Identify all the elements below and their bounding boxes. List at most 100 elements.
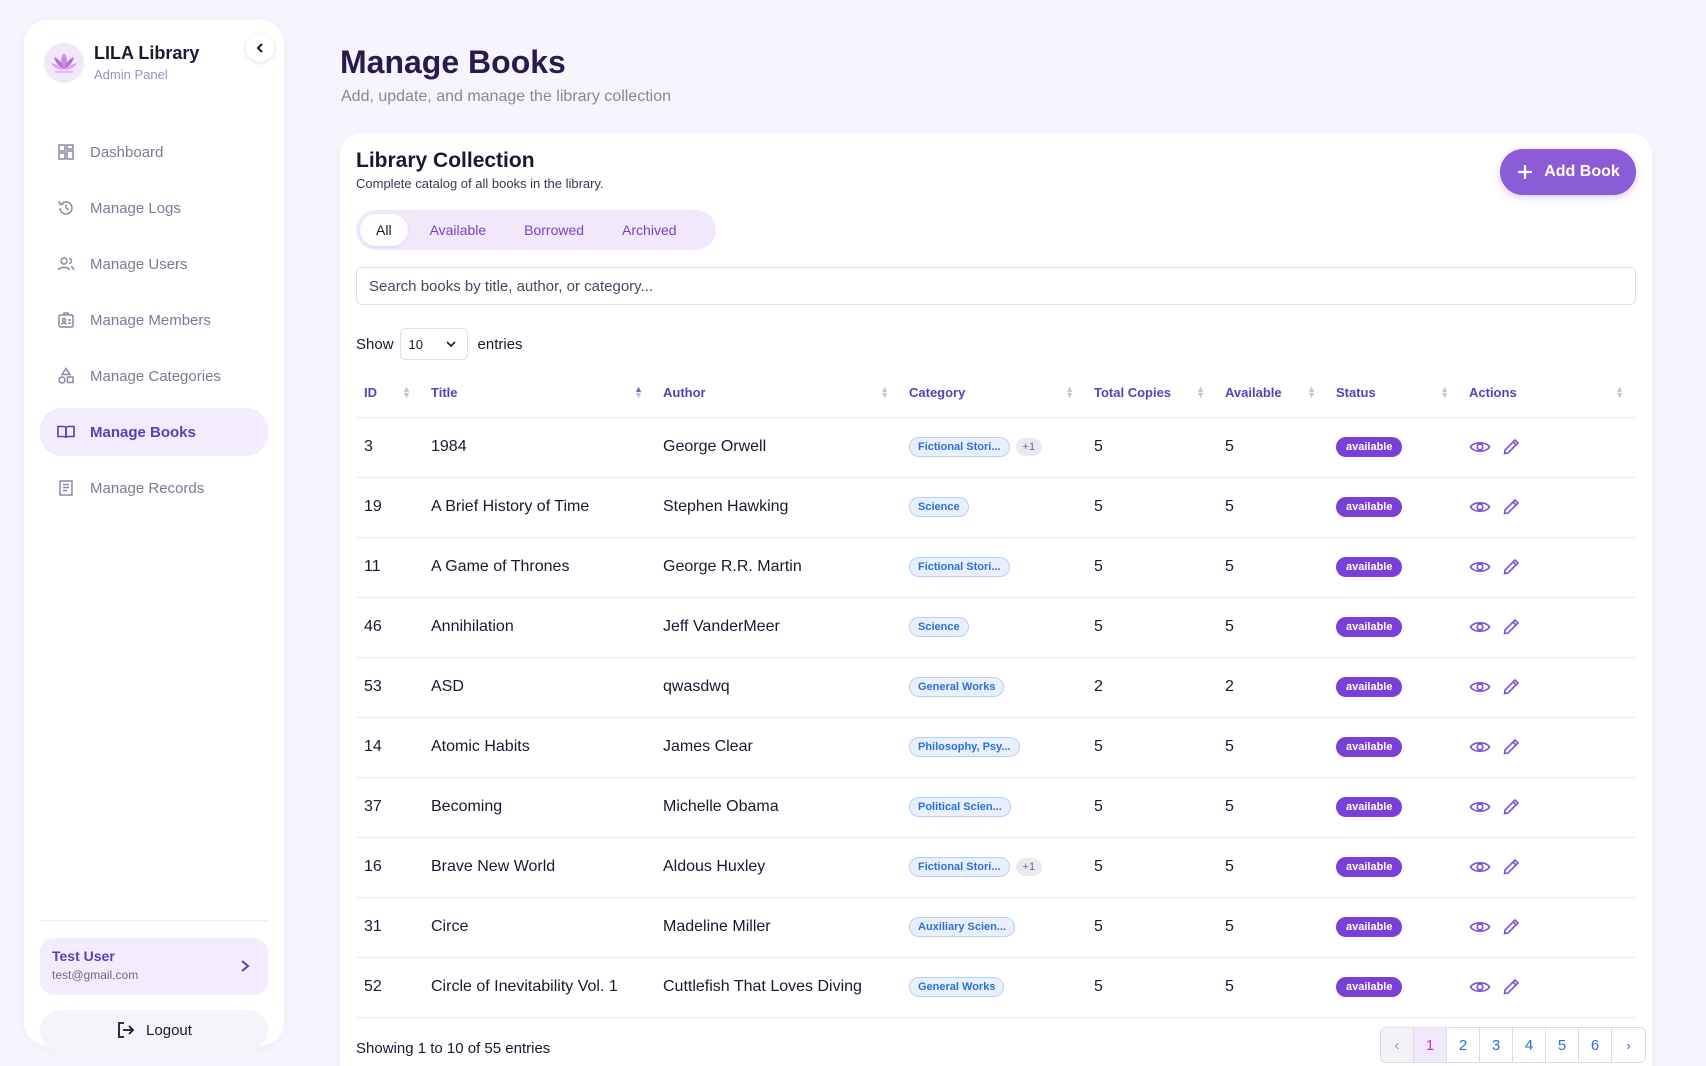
pencil-icon[interactable] bbox=[1501, 857, 1521, 877]
column-header-category[interactable]: Category ▲ ▼ bbox=[901, 369, 1086, 418]
cell-status: available bbox=[1328, 537, 1461, 598]
table-header-row: ID ▲ ▼ Title ▲ ▼ Author ▲ ▼ Category ▲ ▼ Total C… bbox=[356, 369, 1636, 418]
pencil-icon[interactable] bbox=[1501, 917, 1521, 937]
pagination-prev-button[interactable]: ‹ bbox=[1381, 1028, 1414, 1062]
cell-title: Circe bbox=[423, 897, 655, 958]
pencil-icon[interactable] bbox=[1501, 677, 1521, 697]
sidebar-item-label: Manage Books bbox=[90, 423, 196, 441]
category-badge: General Works bbox=[909, 677, 1005, 697]
sidebar-item-manage-books[interactable]: Manage Books bbox=[40, 408, 268, 456]
category-badge: Fictional Stori... bbox=[909, 557, 1010, 577]
eye-icon[interactable] bbox=[1469, 739, 1491, 755]
column-header-author[interactable]: Author ▲ ▼ bbox=[655, 369, 901, 418]
table-row: 46 Annihilation Jeff VanderMeer Science 5 5 av… bbox=[356, 597, 1636, 658]
pencil-icon[interactable] bbox=[1501, 437, 1521, 457]
cell-id: 11 bbox=[356, 537, 423, 598]
search-input[interactable] bbox=[356, 267, 1636, 305]
table-row: 16 Brave New World Aldous Huxley Fictional … bbox=[356, 837, 1636, 898]
pagination-page-5[interactable]: 5 bbox=[1546, 1028, 1579, 1062]
brand-title: LILA Library bbox=[94, 43, 200, 63]
cell-actions bbox=[1461, 477, 1636, 538]
pencil-icon[interactable] bbox=[1501, 797, 1521, 817]
sidebar-item-manage-records[interactable]: Manage Records bbox=[40, 464, 268, 512]
cell-category: Auxiliary Scien... bbox=[901, 897, 1086, 958]
cell-actions bbox=[1461, 957, 1636, 1018]
column-header-status[interactable]: Status ▲ ▼ bbox=[1328, 369, 1461, 418]
tab-available[interactable]: Available bbox=[414, 214, 503, 246]
sidebar-item-label: Manage Members bbox=[90, 311, 211, 329]
status-filter-tabs: All Available Borrowed Archived bbox=[356, 210, 716, 250]
sidebar: LILA Library Admin Panel Dashboard Manag… bbox=[24, 20, 284, 1050]
book-open-icon bbox=[57, 425, 75, 439]
sort-icon: ▲ ▼ bbox=[1440, 384, 1449, 400]
cell-title: A Brief History of Time bbox=[423, 477, 655, 538]
chevron-right-icon bbox=[241, 960, 250, 972]
pencil-icon[interactable] bbox=[1501, 737, 1521, 757]
eye-icon[interactable] bbox=[1469, 499, 1491, 515]
user-name: Test User bbox=[52, 948, 115, 964]
show-label: Show bbox=[356, 335, 394, 353]
cell-id: 46 bbox=[356, 597, 423, 658]
status-badge: available bbox=[1336, 557, 1403, 577]
brand: LILA Library Admin Panel bbox=[44, 42, 199, 84]
sort-icon: ▲ ▼ bbox=[1307, 384, 1316, 400]
status-badge: available bbox=[1336, 857, 1403, 877]
cell-id: 52 bbox=[356, 957, 423, 1018]
entries-select[interactable]: 10 bbox=[399, 328, 468, 360]
add-book-button[interactable]: Add Book bbox=[1500, 149, 1636, 195]
eye-icon[interactable] bbox=[1469, 859, 1491, 875]
pagination-next-button[interactable]: › bbox=[1612, 1028, 1645, 1062]
pagination-page-6[interactable]: 6 bbox=[1579, 1028, 1612, 1062]
column-header-title[interactable]: Title ▲ ▼ bbox=[423, 369, 655, 418]
entries-control: Show 10 entries bbox=[356, 328, 523, 360]
user-profile-card[interactable]: Test User test@gmail.com bbox=[40, 938, 268, 995]
cell-title: A Game of Thrones bbox=[423, 537, 655, 598]
pencil-icon[interactable] bbox=[1501, 557, 1521, 577]
collapse-sidebar-button[interactable] bbox=[246, 34, 274, 62]
sidebar-item-label: Manage Logs bbox=[90, 199, 181, 217]
table-row: 11 A Game of Thrones George R.R. Martin Fic… bbox=[356, 537, 1636, 598]
cell-total-copies: 5 bbox=[1086, 477, 1217, 538]
cell-author: Jeff VanderMeer bbox=[655, 597, 901, 658]
sort-icon: ▲ ▼ bbox=[1615, 384, 1624, 400]
column-header-id[interactable]: ID ▲ ▼ bbox=[356, 369, 423, 418]
eye-icon[interactable] bbox=[1469, 799, 1491, 815]
chevron-left-icon bbox=[256, 43, 263, 53]
sidebar-item-dashboard[interactable]: Dashboard bbox=[40, 128, 268, 176]
pagination-page-4[interactable]: 4 bbox=[1513, 1028, 1546, 1062]
cell-total-copies: 5 bbox=[1086, 717, 1217, 778]
tab-all[interactable]: All bbox=[360, 214, 408, 246]
pagination-page-2[interactable]: 2 bbox=[1447, 1028, 1480, 1062]
category-badge: Science bbox=[909, 497, 969, 517]
sidebar-nav: Dashboard Manage Logs Manage Users Manag… bbox=[40, 128, 268, 520]
logout-button[interactable]: Logout bbox=[40, 1010, 268, 1050]
sidebar-item-manage-logs[interactable]: Manage Logs bbox=[40, 184, 268, 232]
eye-icon[interactable] bbox=[1469, 439, 1491, 455]
sidebar-item-manage-members[interactable]: Manage Members bbox=[40, 296, 268, 344]
sidebar-item-manage-categories[interactable]: Manage Categories bbox=[40, 352, 268, 400]
pagination-page-3[interactable]: 3 bbox=[1480, 1028, 1513, 1062]
sidebar-item-label: Manage Categories bbox=[90, 367, 221, 385]
eye-icon[interactable] bbox=[1469, 679, 1491, 695]
status-badge: available bbox=[1336, 497, 1403, 517]
status-badge: available bbox=[1336, 917, 1403, 937]
column-header-total-copies[interactable]: Total Copies ▲ ▼ bbox=[1086, 369, 1217, 418]
column-header-actions[interactable]: Actions ▲ ▼ bbox=[1461, 369, 1636, 418]
pencil-icon[interactable] bbox=[1501, 617, 1521, 637]
page-title: Manage Books bbox=[340, 44, 566, 80]
column-header-available[interactable]: Available ▲ ▼ bbox=[1217, 369, 1328, 418]
table-row: 3 1984 George Orwell Fictional Stori... +1 5 5… bbox=[356, 417, 1636, 478]
tab-borrowed[interactable]: Borrowed bbox=[508, 214, 600, 246]
cell-author: George R.R. Martin bbox=[655, 537, 901, 598]
eye-icon[interactable] bbox=[1469, 979, 1491, 995]
cell-actions bbox=[1461, 417, 1636, 478]
eye-icon[interactable] bbox=[1469, 559, 1491, 575]
eye-icon[interactable] bbox=[1469, 619, 1491, 635]
tab-archived[interactable]: Archived bbox=[606, 214, 692, 246]
pencil-icon[interactable] bbox=[1501, 977, 1521, 997]
pencil-icon[interactable] bbox=[1501, 497, 1521, 517]
sidebar-item-manage-users[interactable]: Manage Users bbox=[40, 240, 268, 288]
status-badge: available bbox=[1336, 677, 1403, 697]
eye-icon[interactable] bbox=[1469, 919, 1491, 935]
pagination-page-1[interactable]: 1 bbox=[1414, 1028, 1447, 1062]
